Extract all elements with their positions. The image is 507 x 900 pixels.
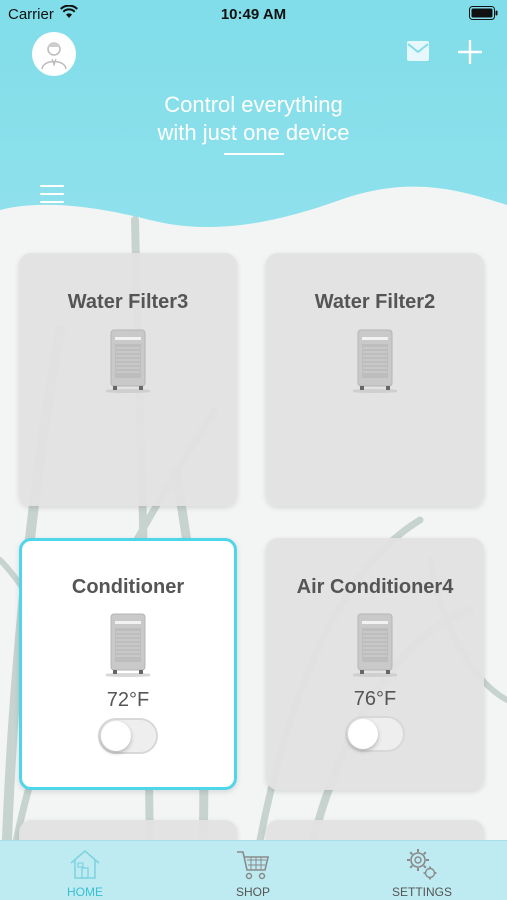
tab-home-label: HOME bbox=[67, 885, 103, 899]
purifier-device-icon bbox=[106, 329, 150, 393]
mail-icon bbox=[407, 41, 429, 61]
device-name: Water Filter3 bbox=[67, 291, 189, 313]
add-device-button[interactable] bbox=[457, 39, 483, 69]
device-name: Water Filter2 bbox=[314, 291, 436, 313]
home-icon bbox=[70, 849, 100, 879]
mail-button[interactable] bbox=[406, 40, 430, 67]
toggle-knob bbox=[348, 719, 378, 749]
tab-bar: HOME SHOP SETTINGS bbox=[0, 840, 507, 900]
device-card-water-filter3[interactable]: Water Filter3 bbox=[19, 253, 237, 506]
hamburger-menu-icon bbox=[40, 185, 64, 203]
device-card-water-filter2[interactable]: Water Filter2 bbox=[266, 253, 484, 506]
toggle-knob bbox=[101, 721, 131, 751]
purifier-device-icon bbox=[353, 329, 397, 393]
conditioner-device-icon bbox=[106, 613, 150, 677]
headline-line-2: with just one device bbox=[157, 120, 350, 145]
device-name: Conditioner bbox=[71, 576, 185, 598]
tab-settings-label: SETTINGS bbox=[391, 885, 452, 899]
tab-shop[interactable]: SHOP bbox=[193, 841, 313, 900]
device-card-conditioner[interactable]: Conditioner 72°F bbox=[19, 538, 237, 790]
avatar[interactable] bbox=[32, 32, 76, 76]
status-bar: Carrier 10:49 AM bbox=[0, 0, 507, 30]
device-name: Air Conditioner4 bbox=[296, 576, 454, 598]
battery-icon bbox=[469, 6, 498, 20]
tab-settings[interactable]: SETTINGS bbox=[362, 841, 482, 900]
headline: Control everything with just one device bbox=[0, 91, 507, 147]
device-temperature: 76°F bbox=[353, 688, 397, 710]
gears-icon bbox=[407, 849, 437, 880]
tab-shop-label: SHOP bbox=[235, 885, 270, 899]
device-temperature: 72°F bbox=[106, 689, 150, 711]
plus-icon bbox=[457, 39, 483, 65]
headline-underline bbox=[224, 153, 284, 155]
menu-button[interactable] bbox=[40, 184, 64, 209]
power-toggle[interactable] bbox=[345, 716, 405, 752]
tab-home[interactable]: HOME bbox=[25, 841, 145, 900]
user-avatar-icon bbox=[41, 42, 67, 70]
status-time: 10:49 AM bbox=[220, 6, 287, 23]
power-toggle[interactable] bbox=[98, 718, 158, 754]
headline-line-1: Control everything bbox=[164, 92, 343, 117]
cart-icon bbox=[237, 851, 270, 880]
conditioner-device-icon bbox=[353, 613, 397, 677]
device-card-air-conditioner4[interactable]: Air Conditioner4 76°F bbox=[266, 538, 484, 790]
